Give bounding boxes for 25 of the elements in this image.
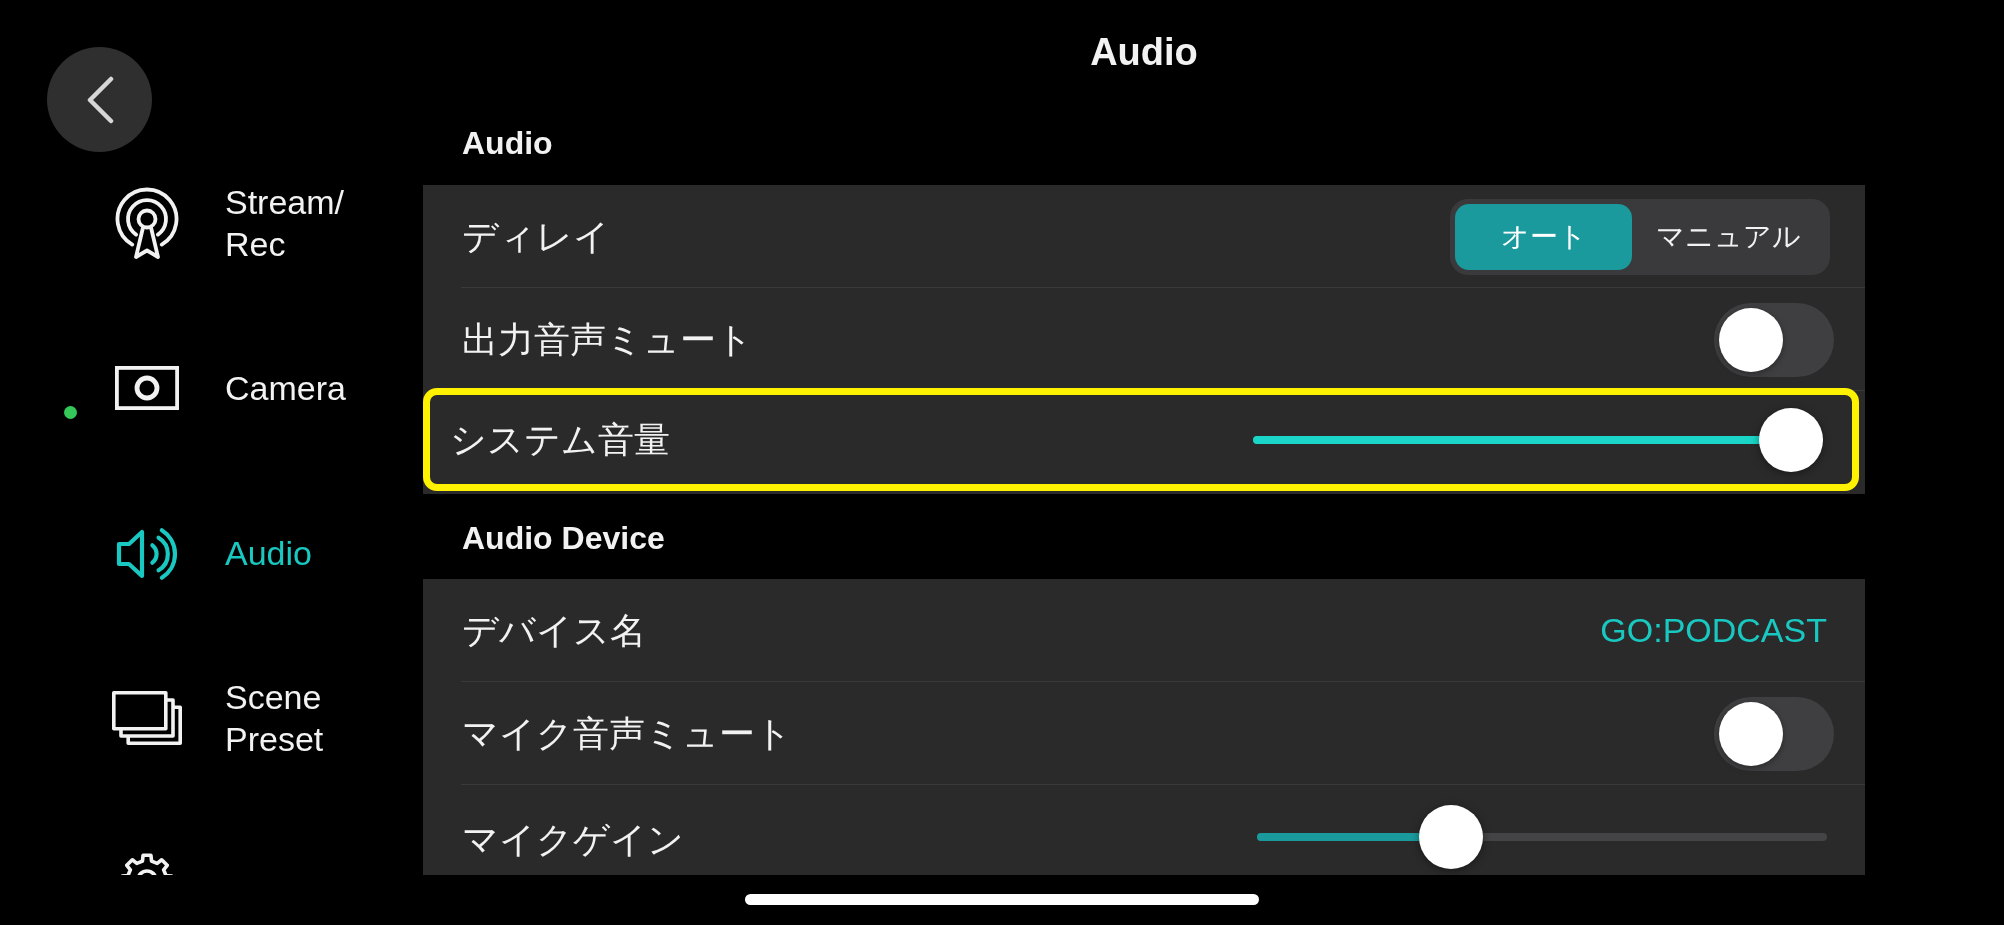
speaker-icon — [115, 525, 179, 581]
setting-label: 出力音声ミュート — [462, 317, 753, 362]
sidebar-item[interactable]: Audio — [50, 505, 423, 601]
camera-icon — [115, 366, 179, 410]
page-title: Audio — [1090, 30, 1198, 74]
chevron-left-icon — [85, 75, 114, 124]
slider-track[interactable] — [1257, 805, 1827, 869]
switch-knob — [1719, 701, 1783, 766]
setting-label: ディレイ — [462, 214, 610, 259]
gear-icon — [120, 852, 174, 875]
antenna-icon — [115, 186, 179, 260]
stacked-frames-icon — [112, 691, 182, 745]
setting-label: マイク音声ミュート — [462, 711, 792, 756]
switch-knob — [1719, 307, 1783, 372]
setting-label: システム音量 — [450, 417, 670, 462]
sidebar-item[interactable]: Scene Preset — [50, 670, 423, 766]
device-name-value: GO:PODCAST — [1600, 611, 1827, 650]
section-title: Audio — [462, 124, 553, 163]
slider-track[interactable] — [1253, 407, 1823, 472]
section-title: Audio Device — [462, 519, 665, 558]
sidebar-item[interactable]: Camera — [50, 340, 423, 436]
setting-label: マイクゲイン — [462, 818, 684, 862]
setting-label: デバイス名 — [462, 608, 646, 653]
segment-option[interactable]: マニュアル — [1632, 203, 1825, 270]
sidebar-item[interactable]: Stream/ Rec — [50, 175, 423, 271]
